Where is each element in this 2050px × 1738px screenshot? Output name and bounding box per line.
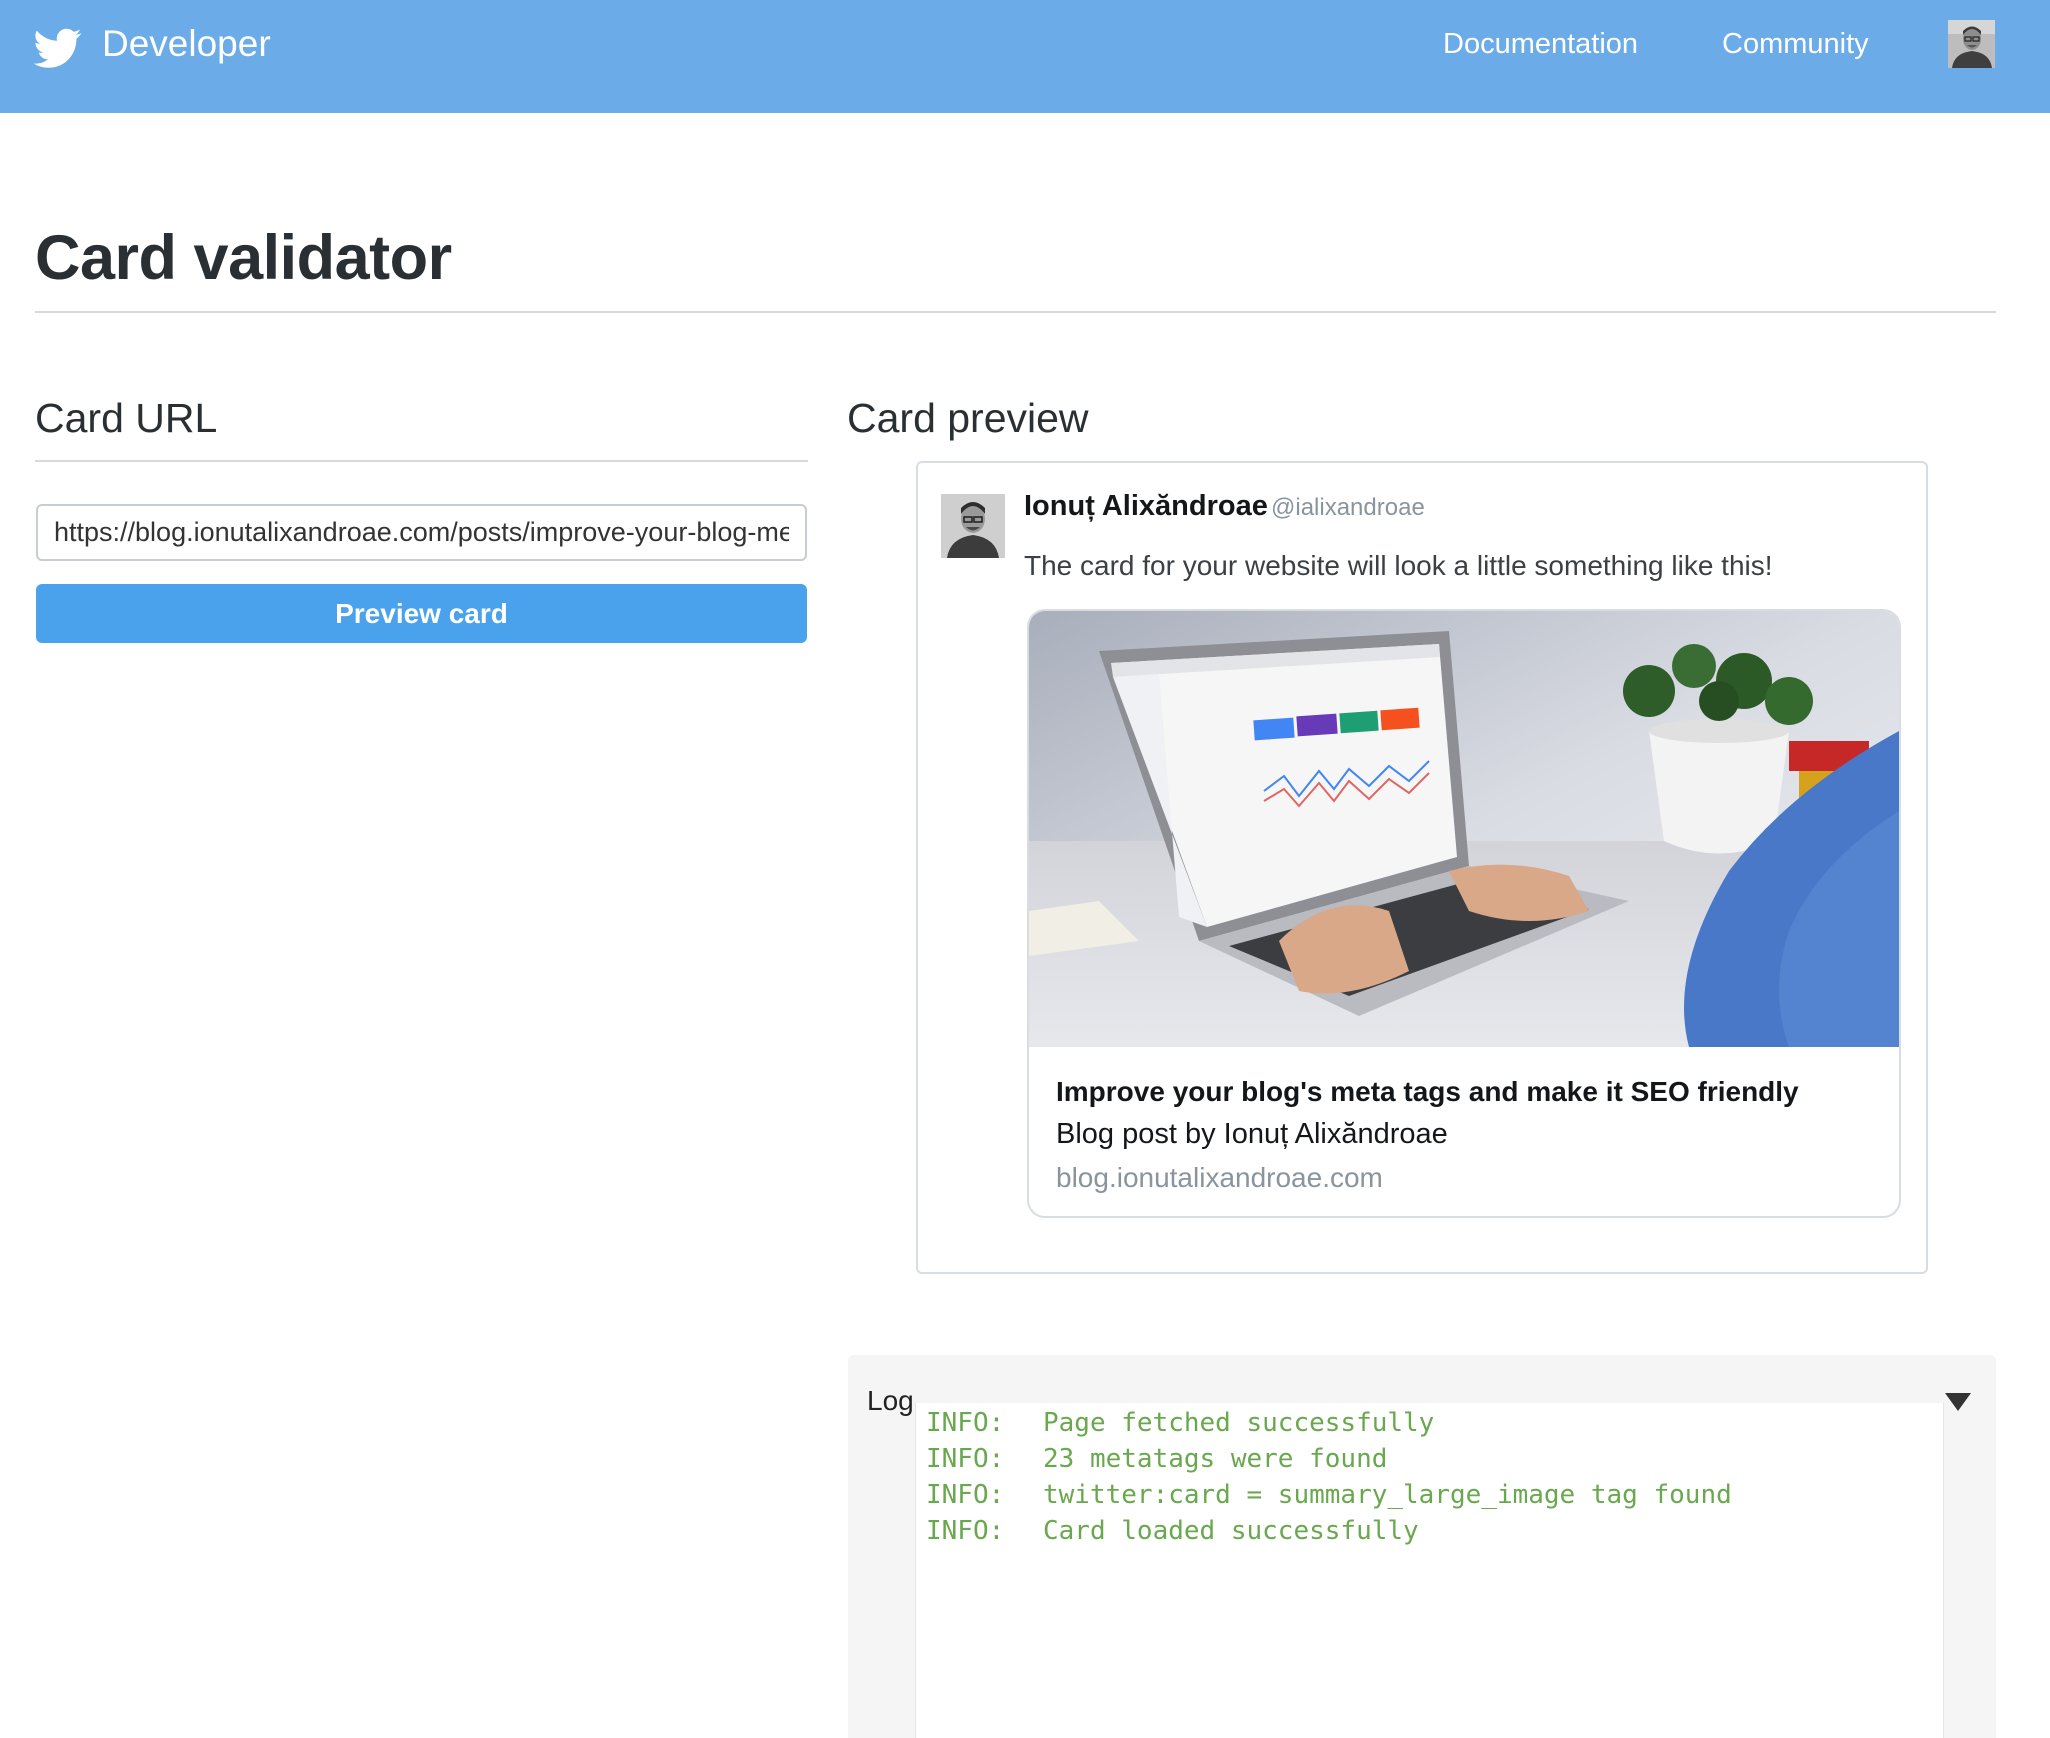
card-image bbox=[1029, 611, 1899, 1047]
card-url-heading: Card URL bbox=[35, 395, 218, 441]
log-entry: INFO: 23 metatags were found bbox=[916, 1441, 1943, 1477]
log-entry-level: INFO: bbox=[926, 1480, 1005, 1510]
log-entry-level: INFO: bbox=[926, 1444, 1005, 1474]
card-domain: blog.ionutalixandroae.com bbox=[1056, 1162, 1383, 1193]
preview-card-button[interactable]: Preview card bbox=[36, 584, 807, 643]
log-entry-message: Card loaded successfully bbox=[1043, 1516, 1419, 1546]
log-entry-message: Page fetched successfully bbox=[1043, 1408, 1435, 1438]
tweet-author-avatar-image bbox=[941, 494, 1005, 558]
log-entry: INFO: Card loaded successfully bbox=[916, 1513, 1943, 1549]
triangle-down-icon bbox=[1945, 1393, 1971, 1411]
log-output: INFO: Page fetched successfully INFO: 23 m… bbox=[915, 1403, 1944, 1738]
log-panel: Log INFO: Page fetched successfully INFO:… bbox=[848, 1355, 1996, 1738]
log-label: Log bbox=[867, 1385, 914, 1416]
card-url-input[interactable] bbox=[36, 504, 807, 561]
card-preview-heading: Card preview bbox=[847, 395, 1089, 441]
card-url-divider bbox=[35, 460, 808, 462]
card-title: Improve your blog's meta tags and make i… bbox=[1056, 1076, 1799, 1107]
log-collapse-toggle[interactable] bbox=[1945, 1393, 1971, 1413]
brand-label: Developer bbox=[102, 23, 271, 64]
log-entry-level: INFO: bbox=[926, 1408, 1005, 1438]
log-entry-message: twitter:card = summary_large_image tag f… bbox=[1043, 1480, 1732, 1510]
user-avatar-image bbox=[1948, 20, 1995, 68]
title-divider bbox=[35, 311, 1996, 313]
log-entry-message: 23 metatags were found bbox=[1043, 1444, 1388, 1474]
summary-large-image-card[interactable]: Improve your blog's meta tags and make i… bbox=[1027, 609, 1901, 1218]
nav-community-link[interactable]: Community bbox=[1722, 28, 1869, 61]
nav-documentation-link[interactable]: Documentation bbox=[1443, 28, 1638, 61]
developer-home-link[interactable]: Developer bbox=[34, 23, 271, 72]
tweet-author-name[interactable]: Ionuț Alixăndroae bbox=[1024, 490, 1268, 523]
tweet-author-avatar[interactable] bbox=[941, 494, 1005, 558]
tweet-text: The card for your website will look a li… bbox=[1024, 550, 1773, 581]
user-avatar[interactable] bbox=[1948, 20, 1995, 68]
twitter-bird-icon bbox=[34, 28, 82, 68]
page-title: Card validator bbox=[35, 223, 452, 293]
log-entry: INFO: twitter:card = summary_large_image … bbox=[916, 1477, 1943, 1513]
top-navigation-bar: Developer Documentation Community bbox=[0, 0, 2050, 113]
tweet-author-handle[interactable]: @ialixandroae bbox=[1271, 494, 1425, 522]
log-entry: INFO: Page fetched successfully bbox=[916, 1405, 1943, 1441]
card-description: Blog post by Ionuț Alixăndroae bbox=[1056, 1118, 1448, 1150]
log-entry-level: INFO: bbox=[926, 1516, 1005, 1546]
